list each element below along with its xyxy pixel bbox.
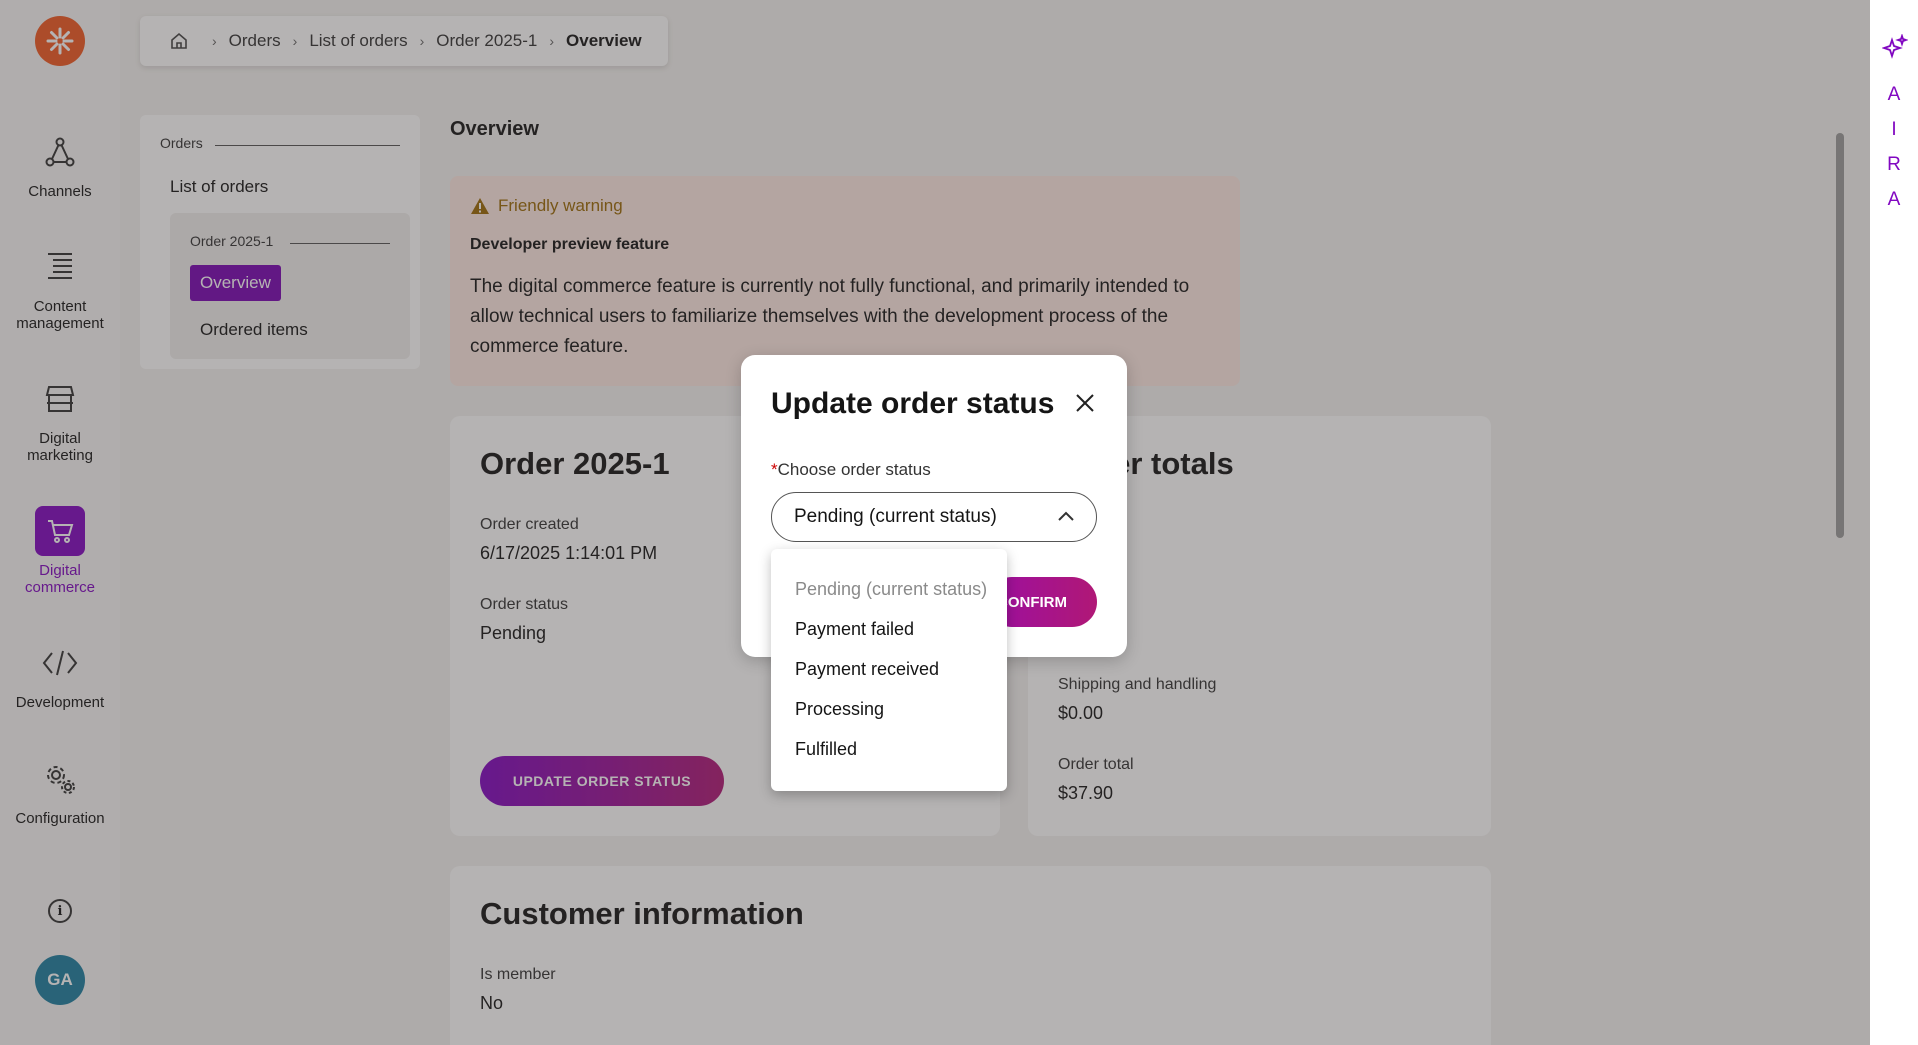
ai-assistant-rail: A I R A [1870,0,1918,1045]
chevron-up-icon [1056,507,1076,533]
status-option-pending: Pending (current status) [795,578,988,599]
status-option-payment-failed[interactable]: Payment failed [771,609,1007,649]
status-option-fulfilled[interactable]: Fulfilled [771,729,1007,769]
rail-letter[interactable]: A [1870,84,1918,106]
sparkle-icon[interactable] [1881,33,1909,65]
close-icon[interactable] [1071,389,1099,417]
status-option-processing[interactable]: Processing [771,689,1007,729]
status-field-label: *Choose order status [771,460,931,480]
rail-letter[interactable]: R [1870,154,1918,176]
order-status-select[interactable]: Pending (current status) [771,492,1097,542]
order-status-dropdown: Pending (current status) Payment failed … [771,549,1007,791]
required-mark: * [771,460,778,479]
status-field-label-text: Choose order status [777,460,931,479]
dialog-title: Update order status [771,387,1055,420]
status-option-payment-received[interactable]: Payment received [771,649,1007,689]
rail-letter[interactable]: I [1870,119,1918,141]
rail-letter[interactable]: A [1870,189,1918,211]
selected-value: Pending (current status) [794,506,997,527]
